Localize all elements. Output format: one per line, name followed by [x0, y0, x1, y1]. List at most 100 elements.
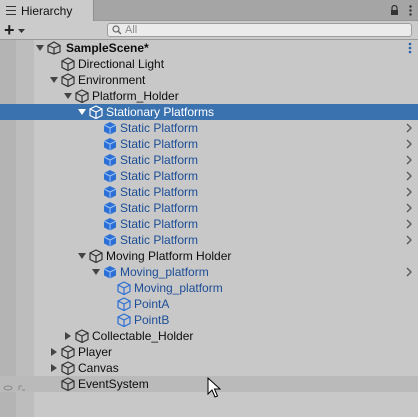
tab-bar: Hierarchy: [0, 0, 418, 21]
tree-row[interactable]: Environment: [0, 72, 418, 88]
tree-row[interactable]: PointB: [0, 312, 418, 328]
tree-row-label: Static Platform: [120, 169, 199, 183]
hierarchy-window: Hierarchy + All SampleScene* Directional…: [0, 0, 418, 417]
gameobject-cube-icon: [89, 105, 103, 119]
tree-row[interactable]: Static Platform: [0, 136, 418, 152]
gameobject-cube-icon: [61, 345, 75, 359]
tree-row[interactable]: Moving_platform: [0, 264, 418, 280]
chevron-right-icon[interactable]: [405, 155, 413, 165]
gameobject-cube-icon: [117, 313, 131, 327]
tree-row[interactable]: Canvas: [0, 360, 418, 376]
chevron-right-icon[interactable]: [405, 171, 413, 181]
tree-row-label: Stationary Platforms: [106, 105, 215, 119]
foldout-right-icon[interactable]: [49, 363, 59, 373]
tree-row-label: Directional Light: [78, 57, 165, 71]
tree-row[interactable]: Static Platform: [0, 168, 418, 184]
tree-row[interactable]: Static Platform: [0, 120, 418, 136]
tree-row-label: EventSystem: [78, 377, 149, 391]
tree-row[interactable]: Directional Light: [0, 56, 418, 72]
prefab-cube-icon: [103, 170, 117, 183]
foldout-right-icon[interactable]: [49, 347, 59, 357]
tree-row-label: Canvas: [78, 361, 119, 375]
tree-row-label: Static Platform: [120, 233, 199, 247]
prefab-cube-icon: [103, 122, 117, 135]
foldout-down-icon[interactable]: [49, 75, 59, 85]
hierarchy-tree: SampleScene* Directional Light Environmen…: [0, 40, 418, 417]
tree-row-label: Moving_platform: [134, 281, 223, 295]
foldout-down-icon[interactable]: [63, 91, 73, 101]
prefab-cube-icon: [103, 202, 117, 215]
gameobject-cube-icon: [75, 329, 89, 343]
kebab-menu-icon[interactable]: [409, 5, 412, 16]
gameobject-cube-icon: [117, 281, 131, 295]
unity-scene-icon: [47, 41, 61, 55]
chevron-right-icon[interactable]: [405, 139, 413, 149]
search-icon: [112, 25, 122, 35]
tree-row[interactable]: PointA: [0, 296, 418, 312]
mouse-cursor-icon: [207, 377, 221, 398]
scene-label: SampleScene*: [66, 41, 149, 55]
tree-row-label: Moving_platform: [120, 265, 209, 279]
create-button[interactable]: +: [4, 20, 30, 40]
foldout-down-icon[interactable]: [91, 267, 101, 277]
visibility-pick-icons[interactable]: [3, 385, 29, 391]
foldout-down-icon[interactable]: [77, 107, 87, 117]
tree-row[interactable]: Static Platform: [0, 232, 418, 248]
search-input[interactable]: [125, 24, 405, 36]
scene-row[interactable]: SampleScene*: [0, 40, 418, 56]
tree-row-label: Moving Platform Holder: [106, 249, 232, 263]
tree-row[interactable]: Platform_Holder: [0, 88, 418, 104]
tree-row-label: PointA: [134, 297, 170, 311]
prefab-cube-icon: [103, 186, 117, 199]
foldout-down-icon[interactable]: [35, 43, 45, 53]
gameobject-cube-icon: [61, 361, 75, 375]
tree-row-label: Player: [78, 345, 113, 359]
chevron-right-icon[interactable]: [405, 187, 413, 197]
tree-row[interactable]: Stationary Platforms: [0, 104, 418, 120]
tree-row-label: Platform_Holder: [92, 89, 179, 103]
tree-row[interactable]: Static Platform: [0, 216, 418, 232]
tree-row-label: Static Platform: [120, 153, 199, 167]
tab-hierarchy-label: Hierarchy: [21, 3, 73, 18]
tree-row[interactable]: Moving_platform: [0, 280, 418, 296]
tree-row-label: Environment: [78, 73, 146, 87]
chevron-right-icon[interactable]: [405, 123, 413, 133]
tree-row-label: Static Platform: [120, 185, 199, 199]
chevron-right-icon[interactable]: [405, 235, 413, 245]
chevron-right-icon[interactable]: [405, 219, 413, 229]
foldout-down-icon[interactable]: [77, 251, 87, 261]
gameobject-cube-icon: [89, 249, 103, 263]
tree-row-label: Static Platform: [120, 137, 199, 151]
hierarchy-toolbar: +: [0, 21, 418, 40]
tree-row-label: Static Platform: [120, 201, 199, 215]
gameobject-cube-icon: [61, 73, 75, 87]
tree-row-label: Static Platform: [120, 121, 199, 135]
prefab-cube-icon: [103, 138, 117, 151]
tree-row-label: PointB: [134, 313, 170, 327]
gameobject-cube-icon: [61, 57, 75, 71]
tree-row[interactable]: Static Platform: [0, 200, 418, 216]
plus-icon: +: [4, 20, 15, 40]
search-field[interactable]: [107, 23, 412, 37]
chevron-right-icon[interactable]: [405, 203, 413, 213]
prefab-cube-icon: [103, 234, 117, 247]
tree-row[interactable]: Static Platform: [0, 184, 418, 200]
tree-row-label: Collectable_Holder: [92, 329, 194, 343]
prefab-cube-icon: [103, 154, 117, 167]
tree-row[interactable]: Moving Platform Holder: [0, 248, 418, 264]
foldout-right-icon[interactable]: [63, 331, 73, 341]
tree-row[interactable]: Static Platform: [0, 152, 418, 168]
prefab-cube-icon: [103, 266, 117, 279]
chevron-down-icon: [17, 28, 25, 33]
tree-row[interactable]: Collectable_Holder: [0, 328, 418, 344]
gameobject-cube-icon: [61, 377, 75, 391]
lock-icon[interactable]: [390, 5, 399, 16]
tree-row[interactable]: Player: [0, 344, 418, 360]
prefab-cube-icon: [103, 218, 117, 231]
kebab-menu-icon[interactable]: [408, 42, 412, 54]
tree-row-label: Static Platform: [120, 217, 199, 231]
gameobject-cube-icon: [117, 297, 131, 311]
chevron-right-icon[interactable]: [405, 267, 413, 277]
gameobject-cube-icon: [75, 89, 89, 103]
tab-hierarchy[interactable]: Hierarchy: [0, 0, 94, 21]
